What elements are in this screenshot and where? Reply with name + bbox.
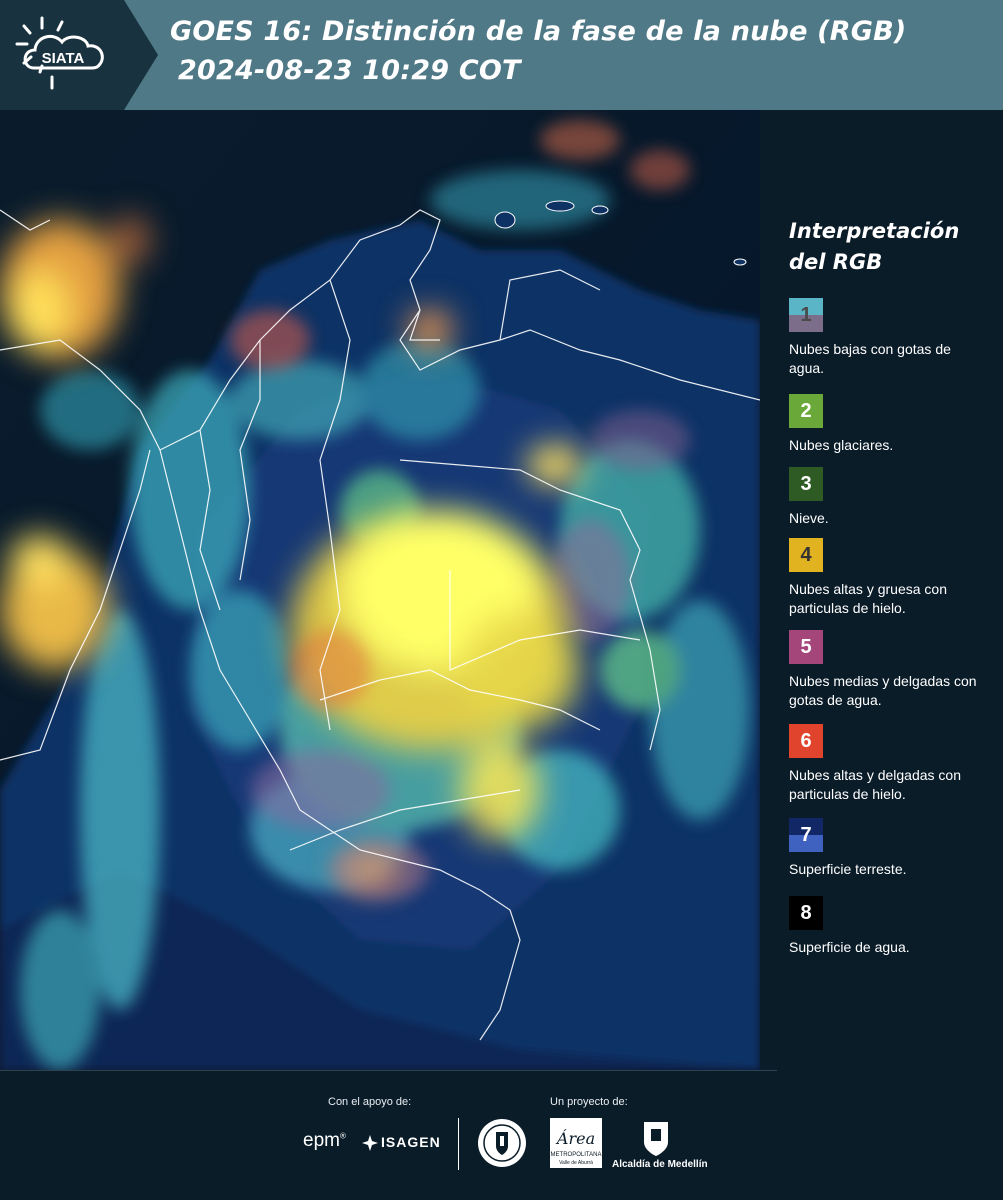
area-metropolitana-logo[interactable]: Área METROPOLITANA Valle de Aburrá xyxy=(550,1118,602,1168)
epm-registered-mark: ® xyxy=(339,1131,346,1141)
map-canvas xyxy=(0,110,760,1070)
page-timestamp: 2024-08-23 10:29 COT xyxy=(178,55,521,86)
support-label: Con el apoyo de: xyxy=(328,1096,412,1108)
siata-logo[interactable]: SIATA xyxy=(0,0,158,110)
legend-label: Superficie terreste. xyxy=(789,861,907,877)
header-bar: SIATA GOES 16: Distinción de la fase de … xyxy=(0,0,1003,110)
valle-text: Valle de Aburrá xyxy=(559,1160,593,1166)
legend-number: 1 xyxy=(800,303,812,326)
legend-swatch: 1 xyxy=(789,298,823,332)
legend-label: Nubes altas y gruesa con particulas de h… xyxy=(789,581,947,616)
metropolitana-text: METROPOLITANA xyxy=(551,1152,602,1158)
legend-number: 2 xyxy=(800,399,812,422)
legend-label: Nubes altas y delgadas con particulas de… xyxy=(789,767,961,802)
legend-swatch: 4 xyxy=(789,538,823,572)
legend-number: 6 xyxy=(800,729,812,752)
legend-swatch: 7 xyxy=(789,818,823,852)
legend-title-line2: del RGB xyxy=(789,250,883,274)
legend-swatch: 5 xyxy=(789,630,823,664)
legend-label: Nieve. xyxy=(789,510,829,526)
legend-number: 5 xyxy=(800,635,812,658)
legend-item: 8 Superficie de agua. xyxy=(789,896,989,957)
legend-label: Superficie de agua. xyxy=(789,939,910,955)
epm-logo[interactable]: epm® xyxy=(303,1130,346,1152)
satellite-rgb-map[interactable] xyxy=(0,110,760,1070)
legend-item: 3 Nieve. xyxy=(789,467,989,528)
legend-label: Nubes glaciares. xyxy=(789,437,894,453)
alcaldia-shield-icon xyxy=(644,1122,668,1156)
legend-item: 7 Superficie terreste. xyxy=(789,818,989,879)
legend-swatch: 3 xyxy=(789,467,823,501)
legend-label: Nubes medias y delgadas con gotas de agu… xyxy=(789,673,977,708)
legend-swatch: 6 xyxy=(789,724,823,758)
area-script: Área xyxy=(555,1128,595,1148)
legend-number: 3 xyxy=(800,472,812,495)
legend-title: Interpretación del RGB xyxy=(789,216,989,278)
legend-item: 5 Nubes medias y delgadas con gotas de a… xyxy=(789,630,989,710)
legend-number: 7 xyxy=(800,823,812,846)
footer: Con el apoyo de: Un proyecto de: epm® IS… xyxy=(0,1070,1003,1200)
legend-swatch: 2 xyxy=(789,394,823,428)
isagen-icon xyxy=(362,1135,378,1151)
sponsor-divider xyxy=(458,1118,459,1170)
isagen-logo[interactable]: ISAGEN xyxy=(381,1134,441,1150)
legend-title-line1: Interpretación xyxy=(789,219,960,243)
legend-number: 4 xyxy=(800,543,812,566)
project-label: Un proyecto de: xyxy=(550,1096,628,1108)
alcaldia-logo[interactable]: Alcaldía de Medellín xyxy=(612,1159,708,1170)
legend-label: Nubes bajas con gotas de agua. xyxy=(789,341,951,376)
legend-item: 2 Nubes glaciares. xyxy=(789,394,989,455)
logo-chevron: SIATA xyxy=(0,0,158,110)
logo-text: SIATA xyxy=(42,50,85,67)
seal-icon[interactable] xyxy=(477,1118,527,1168)
legend-number: 8 xyxy=(800,901,812,924)
legend-swatch: 8 xyxy=(789,896,823,930)
legend-item: 6 Nubes altas y delgadas con particulas … xyxy=(789,724,989,804)
legend-item: 4 Nubes altas y gruesa con particulas de… xyxy=(789,538,989,618)
legend-item: 1 Nubes bajas con gotas de agua. xyxy=(789,298,989,378)
legend-panel: Interpretación del RGB 1 Nubes bajas con… xyxy=(760,110,1003,1070)
footer-divider-line xyxy=(0,1070,777,1071)
epm-text: epm xyxy=(303,1130,340,1151)
page-title: GOES 16: Distinción de la fase de la nub… xyxy=(170,16,907,47)
